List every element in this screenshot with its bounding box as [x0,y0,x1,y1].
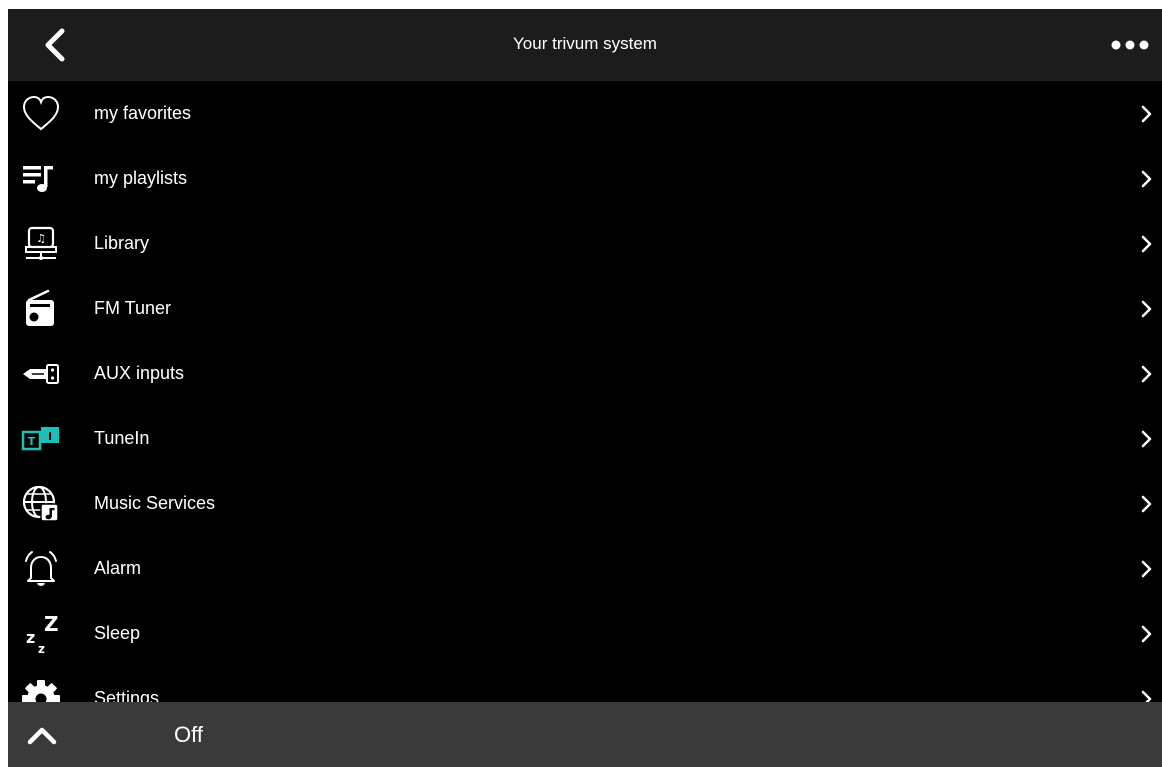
menu-item-library[interactable]: ♫ Library [8,211,1162,276]
bell-icon [20,548,62,590]
menu-item-my-playlists[interactable]: my playlists [8,146,1162,211]
menu-item-music-services[interactable]: Music Services [8,471,1162,536]
menu-item-label: FM Tuner [94,298,172,318]
tunein-icon: T I [20,418,62,460]
svg-text:♫: ♫ [36,232,46,245]
radio-icon [20,288,62,330]
menu-item-label: my favorites [94,103,192,123]
expand-button[interactable] [24,722,60,748]
aux-input-icon [20,353,62,395]
menu-item-sleep[interactable]: Z z z Sleep [8,601,1162,666]
library-icon: ♫ [20,223,62,265]
svg-text:I: I [48,430,52,443]
svg-text:z: z [26,628,35,647]
menu-item-label: TuneIn [94,428,150,448]
chevron-right-icon [1141,430,1152,448]
menu-item-aux-inputs[interactable]: AUX inputs [8,341,1162,406]
chevron-right-icon [1141,625,1152,643]
svg-text:Z: Z [44,613,59,636]
chevron-right-icon [1141,105,1152,123]
app-window: Your trivum system my favorites my playl… [8,9,1162,767]
menu-item-label: Library [94,233,150,253]
chevron-right-icon [1141,560,1152,578]
now-playing-bar: Off [8,702,1162,767]
menu-item-label: Alarm [94,558,142,578]
menu-item-label: AUX inputs [94,363,185,383]
sleep-icon: Z z z [20,613,62,655]
chevron-up-icon [27,727,57,745]
page-title: Your trivum system [513,34,657,53]
svg-text:T: T [28,435,36,448]
header-bar: Your trivum system [8,9,1162,81]
menu-item-label: my playlists [94,168,188,188]
playlist-icon [20,158,62,200]
chevron-right-icon [1141,495,1152,513]
svg-text:z: z [38,642,45,655]
chevron-right-icon [1141,170,1152,188]
menu-item-label: Music Services [94,493,216,513]
menu-item-my-favorites[interactable]: my favorites [8,81,1162,146]
chevron-right-icon [1141,365,1152,383]
menu-item-fm-tuner[interactable]: FM Tuner [8,276,1162,341]
menu-list: my favorites my playlists ♫ Library FM T… [8,81,1162,731]
chevron-right-icon [1141,235,1152,253]
menu-item-tunein[interactable]: T I TuneIn [8,406,1162,471]
more-options-button[interactable] [1108,35,1152,55]
menu-item-alarm[interactable]: Alarm [8,536,1162,601]
chevron-right-icon [1141,300,1152,318]
more-horizontal-icon [1111,40,1149,50]
playback-status: Off [174,722,203,747]
heart-icon [20,93,62,135]
menu-item-label: Sleep [94,623,141,643]
music-services-icon [20,483,62,525]
